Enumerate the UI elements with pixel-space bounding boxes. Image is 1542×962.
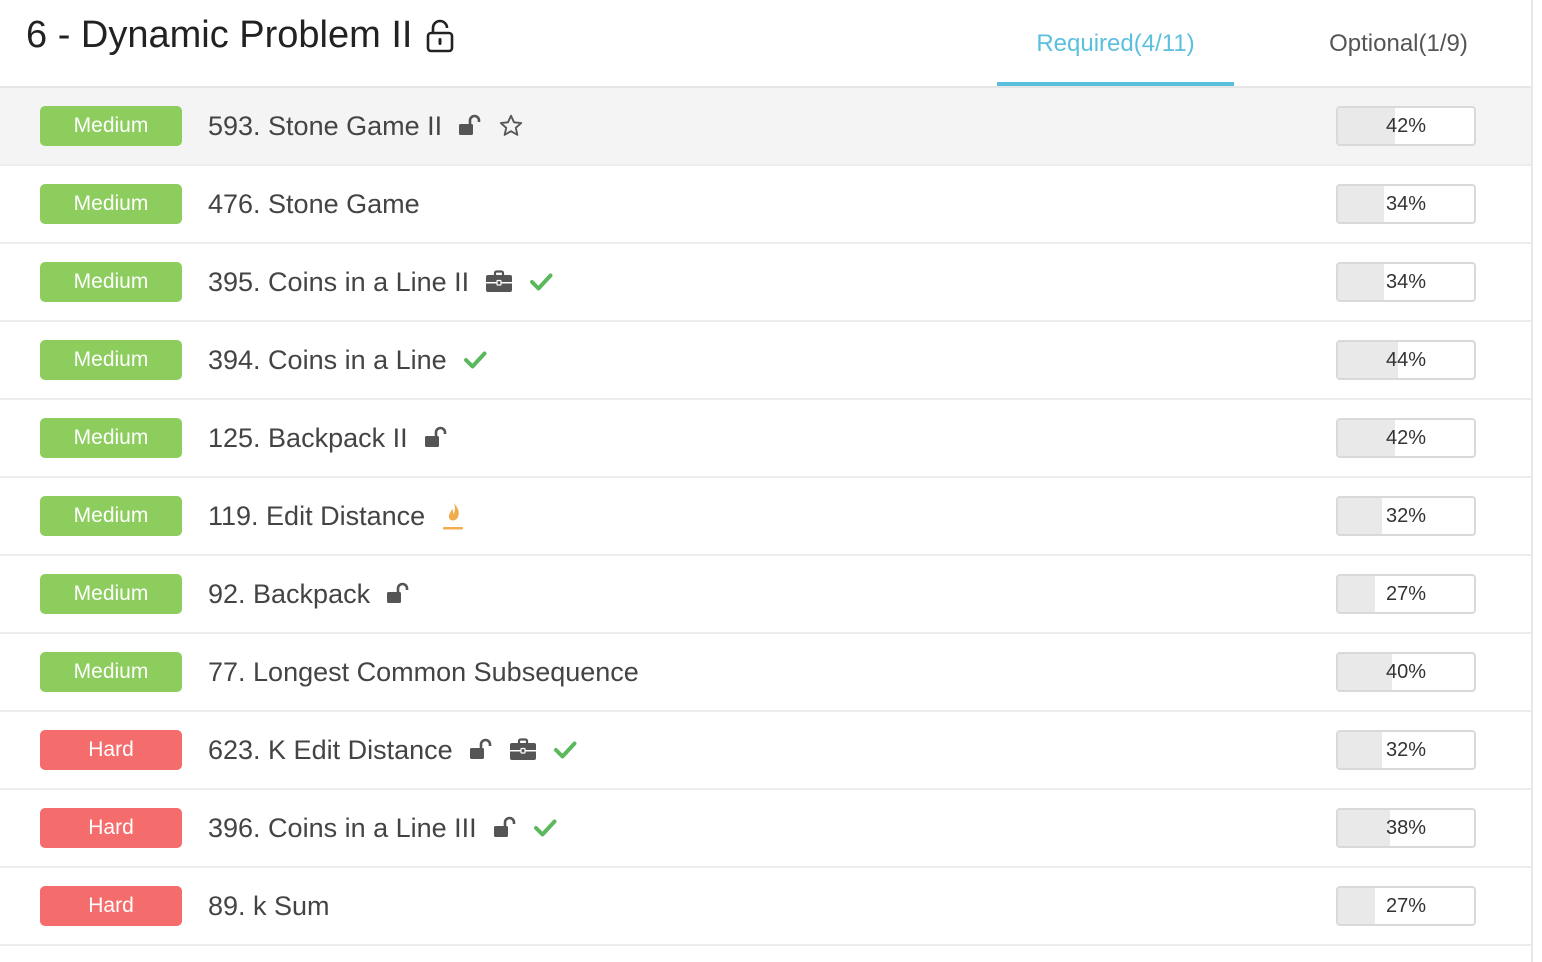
tab-required[interactable]: Required(4/11) xyxy=(997,30,1234,86)
difficulty-badge: Medium xyxy=(40,262,182,302)
problem-title-link[interactable]: 125. Backpack II xyxy=(208,423,408,454)
acceptance-rate-bar: 32% xyxy=(1336,496,1476,536)
unlock-icon xyxy=(469,738,493,762)
acceptance-rate-text: 38% xyxy=(1385,816,1427,839)
unlock-icon xyxy=(493,816,517,840)
difficulty-badge: Medium xyxy=(40,652,182,692)
check-icon xyxy=(463,349,487,371)
problem-list: Medium 593. Stone Game II 42% Medium 476. St… xyxy=(0,88,1531,946)
problem-row[interactable]: Hard 623. K Edit Distance 32% xyxy=(0,712,1531,790)
problem-row[interactable]: Medium 593. Stone Game II 42% xyxy=(0,88,1531,166)
problem-title-link[interactable]: 396. Coins in a Line III xyxy=(208,813,477,844)
check-icon xyxy=(529,271,553,293)
difficulty-badge: Hard xyxy=(40,808,182,848)
problem-title-wrap: 396. Coins in a Line III xyxy=(208,813,557,844)
difficulty-badge: Medium xyxy=(40,184,182,224)
problem-title-wrap: 92. Backpack xyxy=(208,579,410,610)
unlock-icon xyxy=(424,426,448,450)
acceptance-rate-bar: 42% xyxy=(1336,418,1476,458)
problem-row[interactable]: Hard 396. Coins in a Line III 38% xyxy=(0,790,1531,868)
problem-title-link[interactable]: 394. Coins in a Line xyxy=(208,345,447,376)
acceptance-rate-text: 40% xyxy=(1385,660,1427,683)
acceptance-rate-bar: 27% xyxy=(1336,886,1476,926)
problem-title-link[interactable]: 593. Stone Game II xyxy=(208,111,442,142)
difficulty-badge: Medium xyxy=(40,106,182,146)
acceptance-rate-text: 32% xyxy=(1385,504,1427,527)
problem-title-wrap: 593. Stone Game II xyxy=(208,111,524,142)
difficulty-badge: Medium xyxy=(40,496,182,536)
problem-row[interactable]: Hard 89. k Sum 27% xyxy=(0,868,1531,946)
acceptance-rate-text: 34% xyxy=(1385,270,1427,293)
problem-row[interactable]: Medium 119. Edit Distance 32% xyxy=(0,478,1531,556)
problem-row[interactable]: Medium 476. Stone Game 34% xyxy=(0,166,1531,244)
problem-row[interactable]: Medium 92. Backpack 27% xyxy=(0,556,1531,634)
acceptance-rate-bar: 34% xyxy=(1336,184,1476,224)
check-icon xyxy=(533,817,557,839)
list-header: 6 - Dynamic Problem II Required(4/11) Op… xyxy=(0,0,1531,88)
problem-row[interactable]: Medium 125. Backpack II 42% xyxy=(0,400,1531,478)
briefcase-icon xyxy=(485,270,513,294)
problem-title-link[interactable]: 77. Longest Common Subsequence xyxy=(208,657,639,688)
problem-title-wrap: 77. Longest Common Subsequence xyxy=(208,657,639,688)
acceptance-rate-bar: 42% xyxy=(1336,106,1476,146)
acceptance-rate-bar: 32% xyxy=(1336,730,1476,770)
problem-title-link[interactable]: 89. k Sum xyxy=(208,891,330,922)
star-icon[interactable] xyxy=(498,113,524,139)
acceptance-rate-text: 42% xyxy=(1385,114,1427,137)
problem-row[interactable]: Medium 77. Longest Common Subsequence 40% xyxy=(0,634,1531,712)
problem-title-wrap: 623. K Edit Distance xyxy=(208,735,577,766)
problem-title-wrap: 119. Edit Distance xyxy=(208,501,465,532)
acceptance-rate-bar: 38% xyxy=(1336,808,1476,848)
problem-title-link[interactable]: 119. Edit Distance xyxy=(208,501,425,532)
acceptance-rate-text: 27% xyxy=(1385,894,1427,917)
difficulty-badge: Hard xyxy=(40,886,182,926)
acceptance-rate-bar: 40% xyxy=(1336,652,1476,692)
problem-row[interactable]: Medium 394. Coins in a Line 44% xyxy=(0,322,1531,400)
problem-title-wrap: 476. Stone Game xyxy=(208,189,420,220)
acceptance-rate-text: 34% xyxy=(1385,192,1427,215)
difficulty-badge: Medium xyxy=(40,574,182,614)
tab-optional[interactable]: Optional(1/9) xyxy=(1280,30,1517,86)
problem-title-link[interactable]: 623. K Edit Distance xyxy=(208,735,453,766)
problem-title-wrap: 89. k Sum xyxy=(208,891,330,922)
fire-icon xyxy=(441,501,465,531)
acceptance-rate-text: 27% xyxy=(1385,582,1427,605)
page-title: 6 - Dynamic Problem II xyxy=(26,14,413,56)
problem-list-panel: 6 - Dynamic Problem II Required(4/11) Op… xyxy=(0,0,1533,962)
acceptance-rate-bar: 44% xyxy=(1336,340,1476,380)
acceptance-rate-text: 42% xyxy=(1385,426,1427,449)
acceptance-rate-bar: 34% xyxy=(1336,262,1476,302)
difficulty-badge: Hard xyxy=(40,730,182,770)
acceptance-rate-text: 32% xyxy=(1385,738,1427,761)
problem-row[interactable]: Medium 395. Coins in a Line II 34% xyxy=(0,244,1531,322)
problem-title-wrap: 125. Backpack II xyxy=(208,423,448,454)
unlock-icon xyxy=(386,582,410,606)
problem-title-link[interactable]: 92. Backpack xyxy=(208,579,370,610)
page-title-wrap: 6 - Dynamic Problem II xyxy=(26,14,454,57)
problem-title-link[interactable]: 476. Stone Game xyxy=(208,189,420,220)
problem-title-wrap: 394. Coins in a Line xyxy=(208,345,487,376)
problem-title-link[interactable]: 395. Coins in a Line II xyxy=(208,267,469,298)
check-icon xyxy=(553,739,577,761)
unlock-icon xyxy=(426,19,454,53)
briefcase-icon xyxy=(509,738,537,762)
difficulty-badge: Medium xyxy=(40,418,182,458)
difficulty-badge: Medium xyxy=(40,340,182,380)
problem-title-wrap: 395. Coins in a Line II xyxy=(208,267,553,298)
acceptance-rate-bar: 27% xyxy=(1336,574,1476,614)
unlock-icon xyxy=(458,114,482,138)
acceptance-rate-text: 44% xyxy=(1385,348,1427,371)
